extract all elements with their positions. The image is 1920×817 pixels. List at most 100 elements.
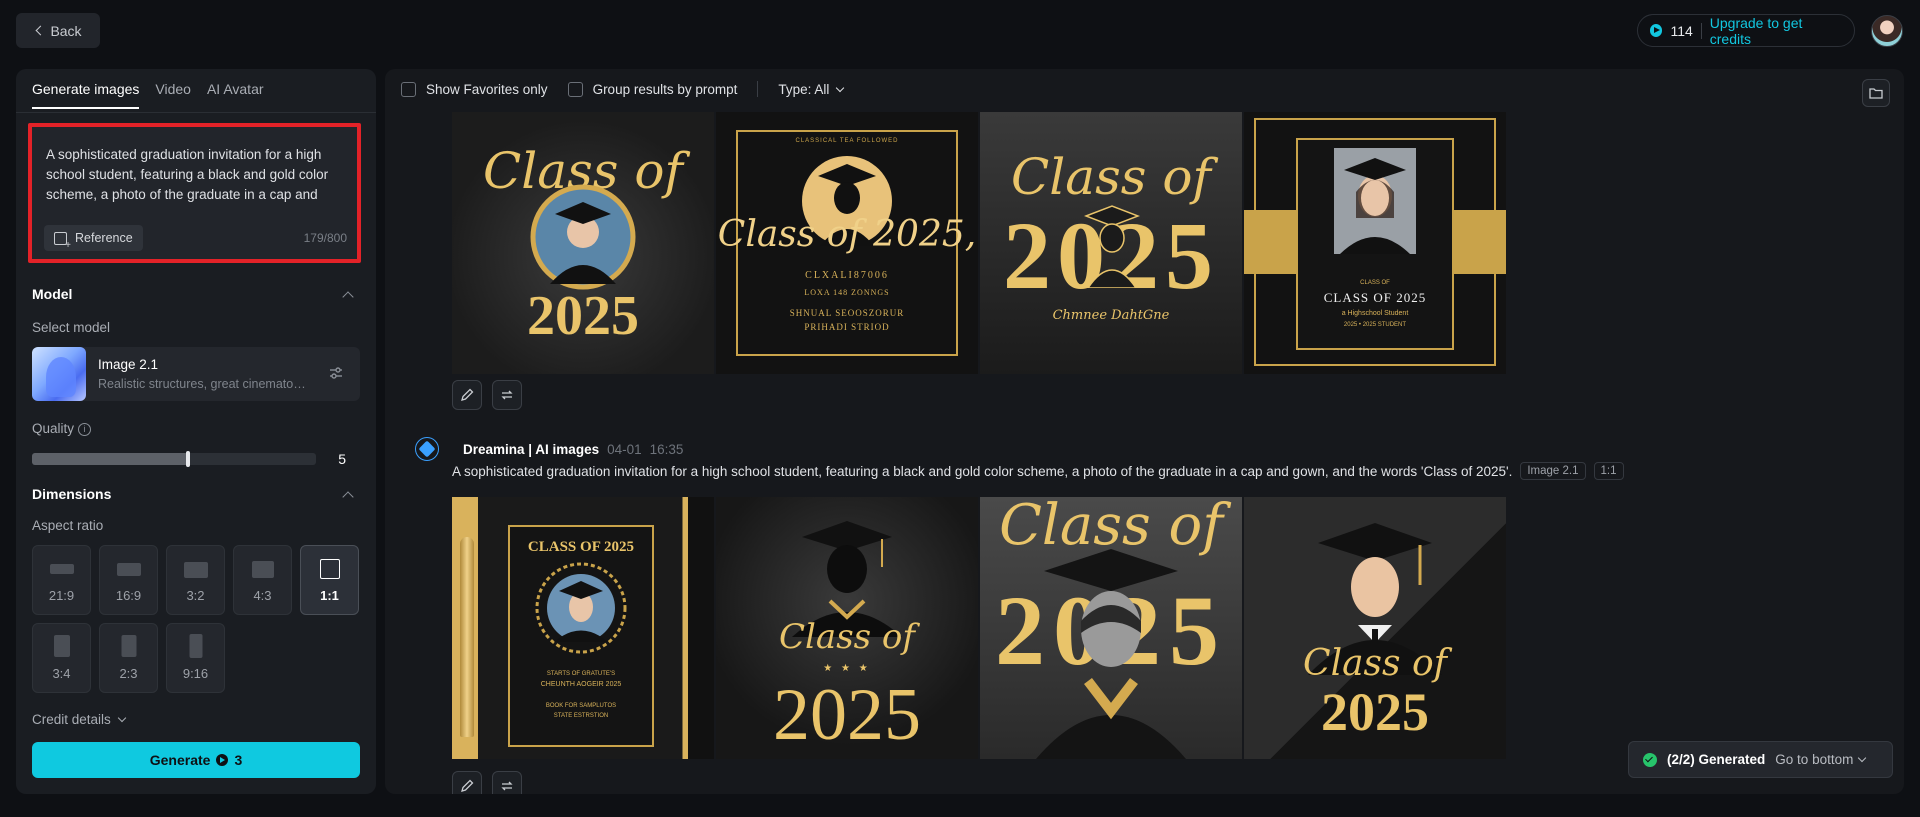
tab-video[interactable]: Video	[155, 81, 191, 109]
result-image[interactable]: Class of 2025	[1244, 497, 1506, 759]
result-image[interactable]: CLASS OF CLASS OF 2025 a Highschool Stud…	[1244, 112, 1506, 374]
left-panel: Generate images Video AI Avatar A sophis…	[16, 69, 376, 794]
result-image[interactable]: Class of 2025	[980, 497, 1242, 759]
quality-slider-handle[interactable]	[186, 451, 191, 467]
model-tag: Image 2.1	[1520, 462, 1586, 480]
ratio-9-16[interactable]: 9:16	[166, 623, 225, 693]
chevron-up-icon[interactable]	[342, 491, 354, 503]
type-dropdown[interactable]: Type: All	[778, 82, 845, 97]
folder-button[interactable]	[1862, 79, 1890, 107]
tab-generate-images[interactable]: Generate images	[32, 81, 140, 109]
result-image[interactable]: Class of ★ ★ ★ 2025	[716, 497, 978, 759]
favorites-label: Show Favorites only	[426, 81, 548, 97]
ratio-2-3[interactable]: 2:3	[99, 623, 158, 693]
generation-status: (2/2) Generated	[1667, 752, 1766, 767]
credit-details-label: Credit details	[32, 712, 111, 727]
filter-bar: Show Favorites only Group results by pro…	[401, 81, 845, 97]
result-image[interactable]: CLASS OF 2025 STARTS OF GRATUTE'S CHEUNT…	[452, 497, 714, 759]
prompt-text[interactable]: A sophisticated graduation invitation fo…	[46, 145, 343, 207]
ratio-shape-icon	[183, 562, 208, 578]
quality-label-text: Quality	[32, 421, 75, 436]
generation-source: Dreamina | AI images	[463, 441, 600, 457]
generation-prompt[interactable]: A sophisticated graduation invitation fo…	[452, 464, 1512, 479]
generation-prompt-row: A sophisticated graduation invitation fo…	[452, 462, 1624, 480]
favorites-checkbox[interactable]	[401, 81, 416, 97]
chevron-up-icon[interactable]	[342, 291, 354, 303]
quality-slider[interactable]	[32, 451, 316, 467]
credit-icon	[1650, 24, 1663, 37]
repeat-icon	[501, 781, 513, 791]
generate-button[interactable]: Generate 3	[32, 742, 360, 778]
image-add-icon	[54, 231, 71, 251]
graduate-portrait	[1036, 549, 1186, 759]
ratio-21-9[interactable]: 21:9	[32, 545, 91, 615]
back-button[interactable]: Back	[16, 13, 100, 48]
edit-button[interactable]	[452, 380, 482, 410]
upgrade-link[interactable]: Upgrade to get credits	[1710, 15, 1842, 47]
ratio-3-2[interactable]: 3:2	[166, 545, 225, 615]
go-to-bottom-button[interactable]: Go to bottom	[1775, 752, 1867, 767]
dreamina-logo-icon	[415, 437, 439, 461]
edit-button[interactable]	[452, 771, 482, 794]
image-text: SHNUAL SEOOSZORUR	[789, 308, 905, 318]
result-row-1: Class of 2025 CLASSICAL TEA FOLLOWED Cla…	[452, 112, 1506, 374]
quality-value: 5	[338, 451, 346, 467]
quality-label: Quality i	[32, 421, 92, 436]
back-label: Back	[50, 22, 82, 39]
check-circle-icon	[1643, 752, 1657, 767]
result-row-2: CLASS OF 2025 STARTS OF GRATUTE'S CHEUNT…	[452, 497, 1506, 759]
model-section-title: Model	[32, 286, 73, 302]
image-year: 2025	[527, 285, 639, 347]
prompt-input[interactable]: A sophisticated graduation invitation fo…	[28, 123, 361, 263]
result-image[interactable]: Class of 2025	[452, 112, 714, 374]
reference-button[interactable]: Reference	[44, 225, 143, 251]
ratio-shape-icon	[49, 564, 74, 574]
ratio-3-4[interactable]: 3:4	[32, 623, 91, 693]
tab-ai-avatar[interactable]: AI Avatar	[207, 81, 264, 109]
group-filter[interactable]: Group results by prompt	[567, 81, 738, 97]
generation-header: Dreamina | AI images 04-01 16:35	[415, 437, 683, 461]
credits-pill[interactable]: 114 Upgrade to get credits	[1637, 14, 1855, 47]
ratio-label: 1:1	[320, 588, 339, 603]
result-image[interactable]: CLASSICAL TEA FOLLOWED Class of 2025, CL…	[716, 112, 978, 374]
result-image[interactable]: Class of 2025 Chmnee DahtGne	[980, 112, 1242, 374]
avatar[interactable]	[1871, 15, 1903, 47]
image-title: Class of	[1011, 148, 1211, 206]
go-to-bottom-label: Go to bottom	[1775, 752, 1854, 767]
group-label: Group results by prompt	[592, 81, 738, 97]
generation-time: 16:35	[649, 441, 684, 457]
group-checkbox[interactable]	[567, 81, 583, 97]
regenerate-button[interactable]	[492, 380, 522, 410]
ratio-4-3[interactable]: 4:3	[233, 545, 292, 615]
ratio-label: 21:9	[48, 588, 75, 603]
model-selector[interactable]: Image 2.1 Realistic structures, great ci…	[32, 347, 360, 401]
ratio-1-1[interactable]: 1:1	[300, 545, 359, 615]
graduate-portrait	[530, 184, 636, 290]
image-text: STARTS OF GRATUTE'S	[546, 671, 616, 677]
image-text: 2025 • 2025 STUDENT	[1343, 322, 1407, 328]
generate-label: Generate	[149, 752, 211, 768]
ratio-shape-icon	[189, 634, 202, 658]
sliders-icon[interactable]	[328, 365, 344, 381]
image-title: Class of 2025,	[717, 214, 977, 255]
ratio-16-9[interactable]: 16:9	[99, 545, 158, 615]
chevron-left-icon	[35, 25, 46, 36]
chevron-down-icon	[117, 713, 127, 723]
select-model-label: Select model	[32, 320, 111, 335]
mode-tabs: Generate images Video AI Avatar	[32, 81, 264, 109]
image-title: Class of	[779, 617, 915, 657]
generate-cost: 3	[234, 752, 243, 768]
folder-icon	[1869, 88, 1883, 99]
ratio-label: 2:3	[119, 666, 138, 681]
favorites-filter[interactable]: Show Favorites only	[401, 81, 548, 97]
gold-pen	[460, 537, 474, 737]
image-caption: CLASSICAL TEA FOLLOWED	[795, 138, 899, 144]
credit-icon	[216, 754, 229, 766]
ratio-tag: 1:1	[1593, 462, 1624, 480]
credit-details-toggle[interactable]: Credit details	[32, 712, 127, 727]
results-panel: Show Favorites only Group results by pro…	[385, 69, 1904, 794]
generation-date: 04-01	[607, 441, 642, 457]
info-icon[interactable]: i	[78, 423, 92, 436]
ratio-shape-icon	[53, 635, 70, 657]
regenerate-button[interactable]	[492, 771, 522, 794]
